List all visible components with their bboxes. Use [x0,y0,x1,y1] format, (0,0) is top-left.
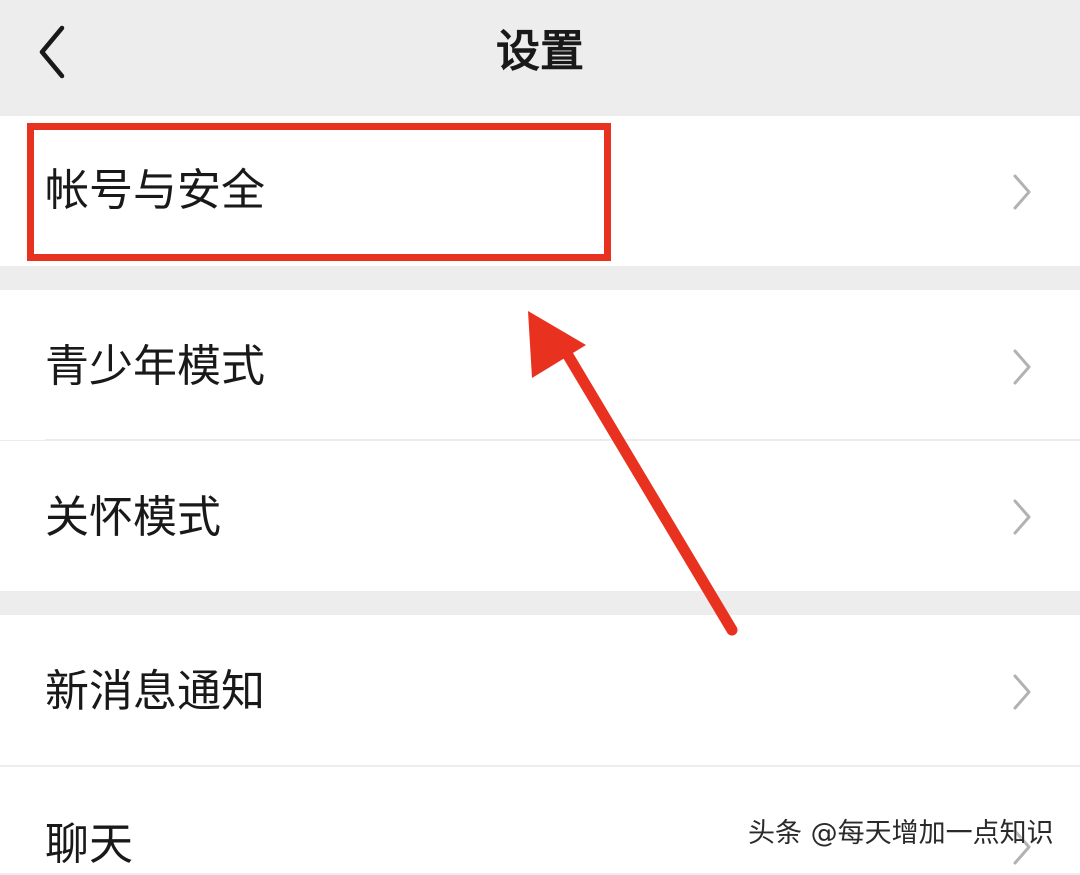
settings-item-label: 帐号与安全 [45,165,265,216]
settings-item-label: 关怀模式 [45,492,221,543]
chevron-right-icon [1008,497,1036,537]
settings-item-new-message-notification[interactable]: 新消息通知 [0,615,1080,765]
watermark: 头条 @每天增加一点知识 [748,818,1054,849]
settings-item-label: 聊天 [45,819,133,870]
settings-item-care-mode[interactable]: 关怀模式 [0,441,1080,591]
navigation-bar: 设置 [0,0,1080,116]
chevron-right-icon [1008,172,1036,212]
settings-item-label: 青少年模式 [45,341,265,392]
chevron-right-icon [1008,672,1036,712]
settings-item-label: 新消息通知 [45,666,265,717]
settings-item-account-security[interactable]: 帐号与安全 [0,116,1080,266]
settings-item-teen-mode[interactable]: 青少年模式 [0,290,1080,440]
chevron-right-icon [1008,347,1036,387]
page-title: 设置 [496,26,584,77]
